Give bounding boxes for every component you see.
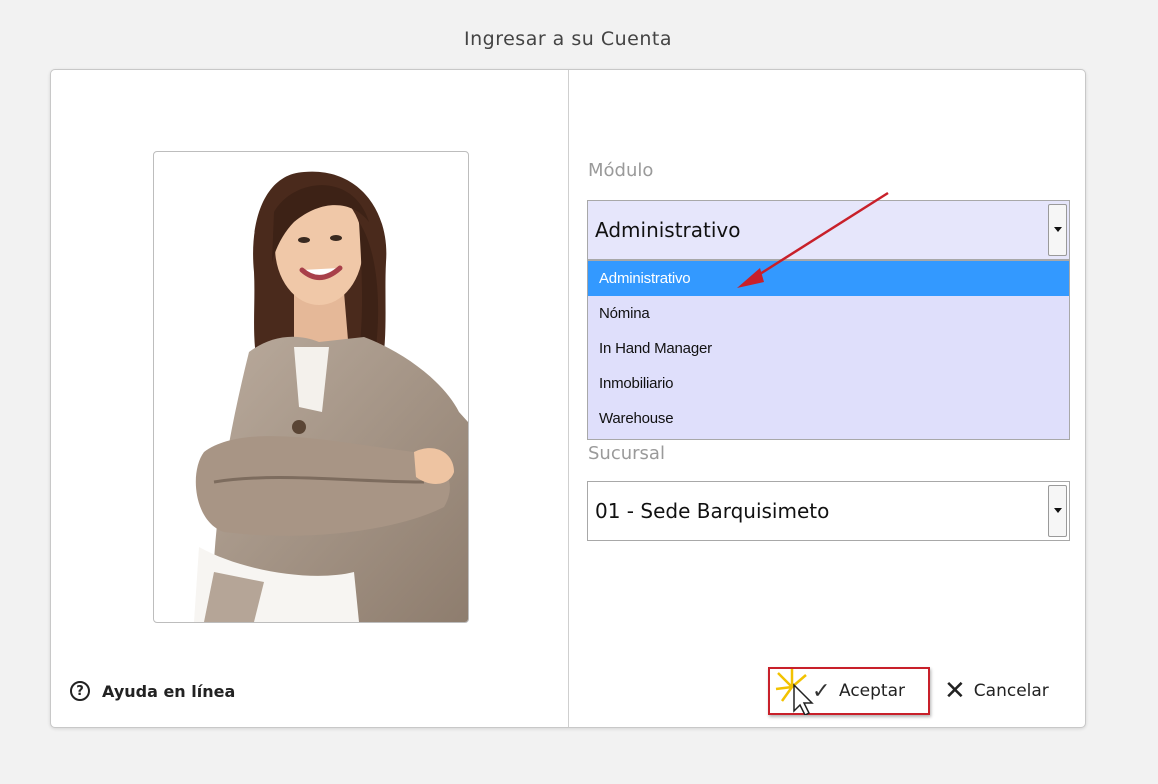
modulo-option[interactable]: Administrativo bbox=[588, 261, 1069, 296]
accept-button[interactable]: ✓ Aceptar bbox=[768, 667, 930, 715]
check-icon: ✓ bbox=[812, 679, 831, 704]
woman-portrait-image bbox=[194, 171, 468, 622]
modulo-option[interactable]: Warehouse bbox=[588, 401, 1069, 436]
modulo-option[interactable]: Inmobiliario bbox=[588, 366, 1069, 401]
close-icon: ✕ bbox=[944, 676, 966, 706]
login-dialog: ? Ayuda en línea Módulo Administrativo A… bbox=[50, 69, 1086, 728]
online-help-link[interactable]: ? Ayuda en línea bbox=[70, 679, 235, 703]
modulo-select[interactable]: Administrativo bbox=[587, 200, 1070, 260]
chevron-down-icon[interactable] bbox=[1048, 204, 1067, 256]
chevron-down-icon[interactable] bbox=[1048, 485, 1067, 537]
modulo-option[interactable]: Nómina bbox=[588, 296, 1069, 331]
cancel-label: Cancelar bbox=[973, 681, 1049, 701]
sucursal-select[interactable]: 01 - Sede Barquisimeto bbox=[587, 481, 1070, 541]
panel-divider bbox=[568, 70, 569, 727]
sucursal-select-value: 01 - Sede Barquisimeto bbox=[595, 499, 830, 523]
help-label: Ayuda en línea bbox=[102, 681, 236, 701]
modulo-label: Módulo bbox=[588, 160, 654, 181]
cancel-button[interactable]: ✕ Cancelar bbox=[944, 677, 1049, 705]
modulo-dropdown-list: Administrativo Nómina In Hand Manager In… bbox=[587, 260, 1070, 440]
modulo-option[interactable]: In Hand Manager bbox=[588, 331, 1069, 366]
modulo-select-value: Administrativo bbox=[595, 218, 741, 242]
help-icon: ? bbox=[70, 681, 90, 701]
page-title: Ingresar a su Cuenta bbox=[464, 28, 672, 50]
sucursal-label: Sucursal bbox=[588, 443, 665, 464]
user-photo bbox=[153, 151, 469, 623]
accept-label: Aceptar bbox=[839, 681, 905, 701]
